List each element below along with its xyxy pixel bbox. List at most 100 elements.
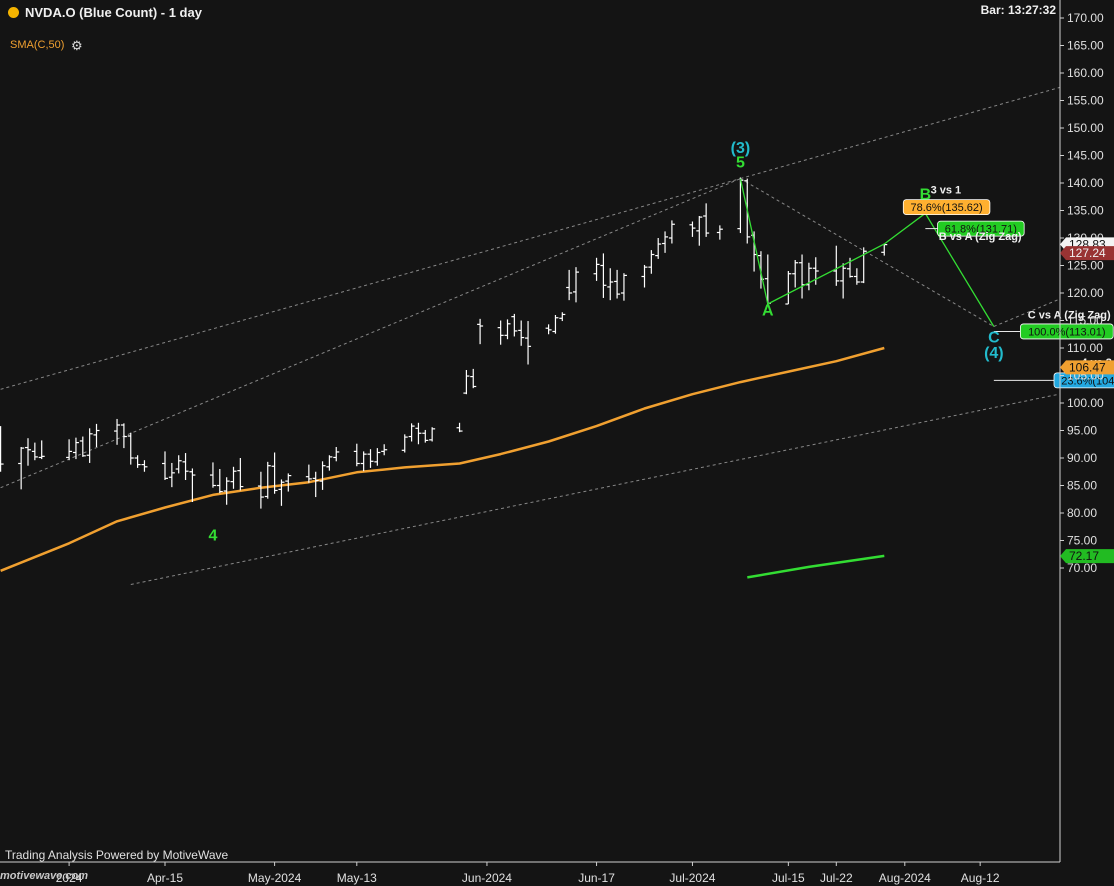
time-axis[interactable]: 2024 Apr-15 May-2024 May-13 Jun-2024 Jun-17 Ju… — [56, 862, 1000, 885]
price-tick-label: 100.00 — [1067, 396, 1104, 410]
price-tick-label: 110.00 — [1067, 341, 1103, 355]
ohlc-bar — [764, 254, 771, 306]
ohlc-bar — [120, 423, 127, 449]
wave-labels: (3)5ABC(4)4 — [208, 140, 1003, 545]
channel-line — [0, 178, 741, 489]
ohlc-bar — [429, 427, 436, 442]
ohlc-bar — [134, 455, 141, 468]
price-tag-label: 127.24 — [1069, 246, 1106, 260]
time-tick-label: Jul-2024 — [669, 871, 715, 885]
ohlc-bar — [326, 455, 333, 471]
price-tick-label: 115.00 — [1067, 314, 1103, 328]
ohlc-bar — [66, 439, 73, 461]
ohlc-bar — [655, 238, 662, 259]
ohlc-bar — [18, 447, 25, 490]
ohlc-bar — [31, 442, 38, 461]
ohlc-bar — [38, 440, 45, 460]
time-tick-label: Apr-15 — [147, 871, 183, 885]
ohlc-bar — [785, 271, 792, 305]
ohlc-bar — [305, 464, 312, 483]
ohlc-bar — [422, 429, 429, 443]
time-tick-label: Jun-2024 — [462, 871, 512, 885]
price-tick-label: 135.00 — [1067, 204, 1104, 218]
indicator-line — [747, 554, 885, 579]
ohlc-bar — [0, 426, 4, 472]
ohlc-bar — [641, 264, 648, 288]
wave-label: A — [762, 303, 774, 320]
price-tick-label: 140.00 — [1067, 176, 1104, 190]
ohlc-bar — [853, 268, 860, 285]
price-tick-label: 145.00 — [1067, 149, 1104, 163]
time-tick-label: May-2024 — [248, 871, 302, 885]
price-tick-label: 80.00 — [1067, 506, 1097, 520]
ohlc-bar — [716, 225, 723, 240]
price-tick-label: 75.00 — [1067, 534, 1097, 548]
ohlc-bar — [230, 466, 237, 489]
fib-group-label: B vs A (Zig Zag) — [939, 231, 1022, 243]
sma-indicator-label[interactable]: SMA(C,50) — [10, 39, 64, 51]
price-tick-label: 170.00 — [1067, 11, 1104, 25]
ohlc-bar — [127, 432, 134, 465]
motivewave-logo: motivewave.com — [0, 870, 89, 882]
ohlc-bar — [237, 458, 244, 491]
ohlc-bar — [189, 468, 196, 502]
ohlc-bar — [662, 231, 669, 253]
ohlc-bar — [552, 315, 559, 334]
sma-line — [0, 346, 885, 572]
credit-text: Trading Analysis Powered by MotiveWave — [5, 848, 229, 862]
ohlc-bar — [86, 428, 93, 463]
ohlc-bar — [401, 434, 408, 453]
wave-label: (4) — [984, 345, 1004, 362]
channel-line — [130, 393, 1060, 585]
wave-label: 4 — [208, 528, 217, 545]
wave-label: B — [920, 187, 932, 204]
ohlc-bar — [415, 422, 422, 445]
price-chart[interactable]: 78.6%(135.62)3 vs 161.8%(131.71)B vs A (… — [0, 0, 1114, 886]
time-tick-label: Aug-2024 — [879, 871, 931, 885]
ohlc-bar — [93, 423, 100, 447]
wave-label: 5 — [736, 155, 745, 172]
ohlc-bar — [600, 253, 607, 298]
price-axis[interactable]: 70.0075.0080.0085.0090.0095.00100.00105.… — [0, 0, 1104, 863]
time-tick-label: Jul-22 — [820, 871, 853, 885]
ohlc-bar — [511, 313, 518, 337]
fib-group-label: 3 vs 1 — [931, 184, 962, 196]
sma-50-line — [0, 346, 885, 572]
ohlc-bar — [25, 438, 31, 466]
ohlc-bar — [696, 216, 703, 246]
bar-time: Bar: 13:27:32 — [980, 3, 1056, 17]
gear-icon[interactable]: ⚙ — [71, 38, 83, 54]
ohlc-bar — [223, 477, 230, 505]
channel-line — [740, 86, 1060, 180]
ohlc-bar — [833, 245, 840, 286]
ohlc-bar — [162, 451, 168, 480]
time-tick-label: Aug-12 — [961, 871, 1000, 885]
ohlc-bar — [525, 321, 532, 365]
channel-lines — [0, 86, 1060, 585]
symbol-title: NVDA.O (Blue Count) - 1 day — [25, 5, 202, 20]
price-tick-label: 155.00 — [1067, 94, 1104, 108]
ohlc-bar — [216, 469, 223, 494]
ohlc-bar — [799, 254, 806, 299]
time-tick-label: May-13 — [337, 871, 377, 885]
ohlc-bar — [566, 269, 573, 301]
ohlc-bar — [668, 220, 675, 244]
ohlc-bar — [374, 448, 381, 466]
ohlc-bar — [593, 257, 600, 281]
ohlc-bar — [257, 471, 264, 509]
green-indicator-line — [747, 554, 885, 579]
ohlc-bar — [840, 263, 847, 299]
ohlc-bar — [456, 422, 463, 433]
ohlc-bar — [264, 461, 271, 499]
ohlc-bar — [463, 370, 470, 395]
price-tick-label: 165.00 — [1067, 39, 1104, 53]
ohlc-bar — [477, 318, 484, 345]
ohlc-bars — [0, 177, 888, 509]
ohlc-bar — [285, 473, 292, 492]
fib-level-label: 100.0%(113.01) — [1028, 326, 1105, 338]
ohlc-bar — [333, 447, 340, 462]
ohlc-bar — [620, 273, 627, 301]
ohlc-bar — [860, 247, 867, 284]
ohlc-bar — [278, 479, 285, 506]
time-tick-label: Jun-17 — [578, 871, 615, 885]
